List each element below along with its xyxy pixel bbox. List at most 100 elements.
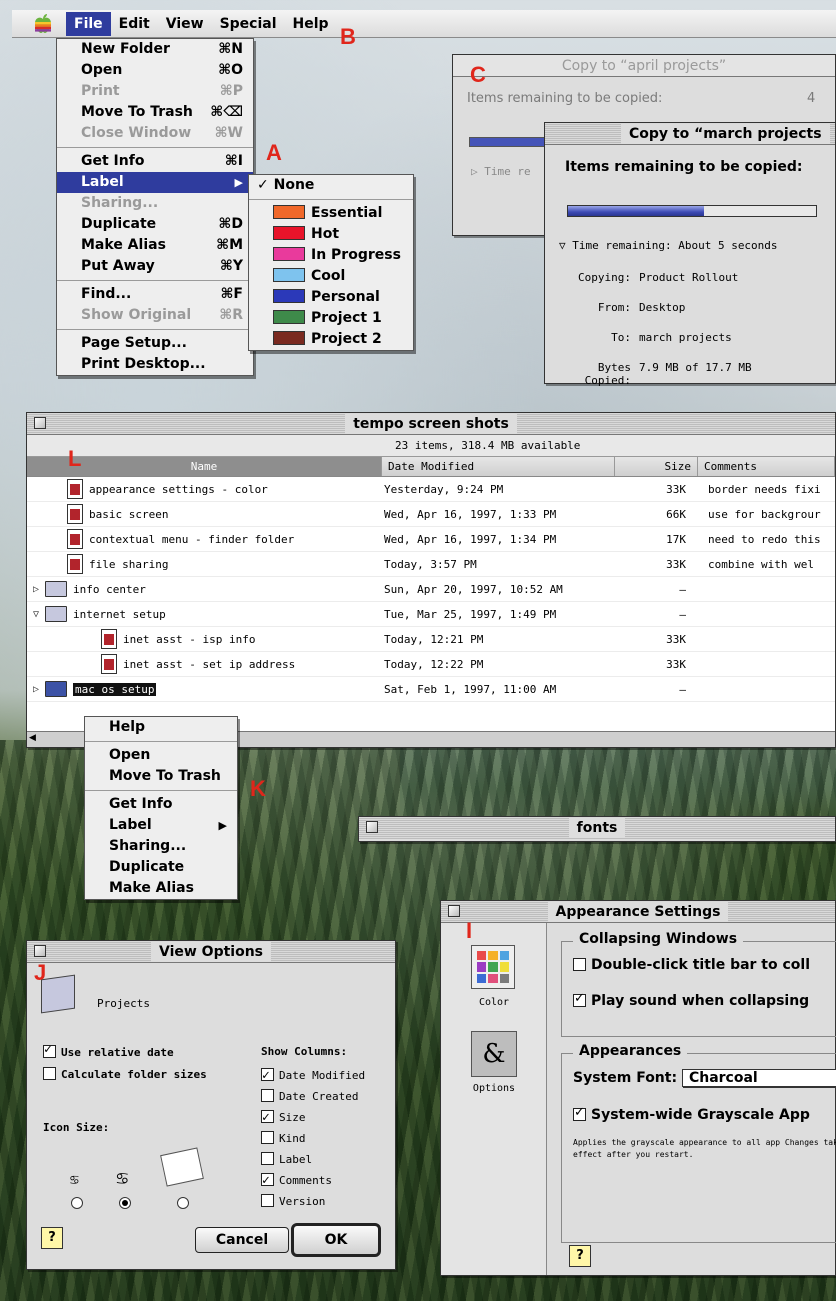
disclosure-triangle-icon[interactable]: ▷ <box>471 165 484 178</box>
title-bar[interactable]: Copy to “march projects <box>545 123 835 145</box>
column-checkbox-comments[interactable]: Comments <box>261 1170 365 1191</box>
column-checkbox-label[interactable]: Label <box>261 1149 365 1170</box>
context-item-move-to-trash[interactable]: Move To Trash <box>85 766 237 787</box>
table-row-selected[interactable]: ▷ mac os setup Sat, Feb 1, 1997, 11:00 AM – <box>27 677 835 702</box>
icon-size-medium-radio[interactable] <box>119 1197 131 1209</box>
column-checkbox-date-modified[interactable]: Date Modified <box>261 1065 365 1086</box>
label-item-personal[interactable]: Personal <box>249 287 413 308</box>
menu-item-close-window[interactable]: Close Window ⌘W <box>57 123 253 144</box>
table-row[interactable]: inet asst - set ip address Today, 12:22 P… <box>27 652 835 677</box>
icon-size-small-radio[interactable] <box>71 1197 83 1209</box>
menu-item-new-folder[interactable]: New Folder ⌘N <box>57 39 253 60</box>
title-bar[interactable]: Appearance Settings <box>441 901 835 923</box>
menu-item-print[interactable]: Print ⌘P <box>57 81 253 102</box>
column-checkbox-kind[interactable]: Kind <box>261 1128 365 1149</box>
table-row[interactable]: inet asst - isp info Today, 12:21 PM 33K <box>27 627 835 652</box>
menu-special[interactable]: Special <box>212 12 285 36</box>
grayscale-checkbox[interactable]: System-wide Grayscale App <box>573 1105 810 1123</box>
context-item-sharing[interactable]: Sharing... <box>85 836 237 857</box>
context-item-duplicate[interactable]: Duplicate <box>85 857 237 878</box>
menu-item-show-original[interactable]: Show Original ⌘R <box>57 305 253 326</box>
checkbox[interactable] <box>43 1067 56 1080</box>
title-bar[interactable]: Copy to “april projects” <box>453 55 835 77</box>
collapse-triangle-icon[interactable]: ▽ <box>27 609 45 620</box>
column-checkbox-date-created[interactable]: Date Created <box>261 1086 365 1107</box>
context-item-make-alias[interactable]: Make Alias <box>85 878 237 899</box>
label-item-cool[interactable]: Cool <box>249 266 413 287</box>
menu-edit[interactable]: Edit <box>111 12 158 36</box>
menu-view[interactable]: View <box>158 12 212 36</box>
table-row[interactable]: ▽ internet setup Tue, Mar 25, 1997, 1:49 P… <box>27 602 835 627</box>
menu-item-open[interactable]: Open ⌘O <box>57 60 253 81</box>
menu-item-label-submenu[interactable]: Label ▶ <box>57 172 253 193</box>
disclosure-triangle-icon[interactable]: ▽ <box>559 239 572 252</box>
label-item-none[interactable]: ✓ None <box>249 175 413 196</box>
table-row[interactable]: ▷ info center Sun, Apr 20, 1997, 10:52 AM – <box>27 577 835 602</box>
system-font-popup[interactable]: Charcoal <box>681 1069 836 1087</box>
menu-item-get-info[interactable]: Get Info ⌘I <box>57 151 253 172</box>
context-item-get-info[interactable]: Get Info <box>85 794 237 815</box>
context-item-help[interactable]: Help <box>85 717 237 738</box>
title-bar[interactable]: fonts <box>359 817 835 839</box>
table-row[interactable]: basic screen Wed, Apr 16, 1997, 1:33 PM 66… <box>27 502 835 527</box>
column-date[interactable]: Date Modified <box>382 457 615 476</box>
title-bar[interactable]: View Options <box>27 941 395 963</box>
label-item-project-1[interactable]: Project 1 <box>249 308 413 329</box>
checkbox[interactable] <box>261 1065 274 1086</box>
expand-triangle-icon[interactable]: ▷ <box>27 684 45 695</box>
context-item-open[interactable]: Open <box>85 745 237 766</box>
table-row[interactable]: contextual menu - finder folder Wed, Apr … <box>27 527 835 552</box>
context-item-label[interactable]: Label ▶ <box>85 815 237 836</box>
menu-item-page-setup[interactable]: Page Setup... <box>57 333 253 354</box>
checkbox[interactable] <box>261 1152 274 1165</box>
file-size: 17K <box>666 532 686 546</box>
checkbox[interactable] <box>261 1194 274 1207</box>
checkbox[interactable] <box>573 958 586 971</box>
label-item-in-progress[interactable]: In Progress <box>249 245 413 266</box>
use-relative-date-checkbox[interactable]: Use relative date <box>43 1042 174 1059</box>
close-box-icon[interactable] <box>34 945 46 957</box>
checkbox[interactable] <box>573 991 586 1007</box>
column-size[interactable]: Size <box>615 457 698 476</box>
title-bar[interactable]: tempo screen shots <box>27 413 835 435</box>
close-box-icon[interactable] <box>448 905 460 917</box>
scroll-left-icon[interactable]: ◀ <box>29 733 36 743</box>
label-item-essential[interactable]: Essential <box>249 203 413 224</box>
close-box-icon[interactable] <box>34 417 46 429</box>
checkbox[interactable] <box>43 1042 56 1058</box>
label-item-project-2[interactable]: Project 2 <box>249 329 413 350</box>
column-checkbox-version[interactable]: Version <box>261 1191 365 1212</box>
menu-file[interactable]: File <box>66 11 111 36</box>
checkbox[interactable] <box>261 1107 274 1128</box>
menu-item-move-to-trash[interactable]: Move To Trash ⌘⌫ <box>57 102 253 123</box>
menu-item-make-alias[interactable]: Make Alias ⌘M <box>57 235 253 256</box>
double-click-checkbox[interactable]: Double-click title bar to coll <box>573 957 810 973</box>
label-item-hot[interactable]: Hot <box>249 224 413 245</box>
column-checkbox-size[interactable]: Size <box>261 1107 365 1128</box>
calc-folder-sizes-checkbox[interactable]: Calculate folder sizes <box>43 1067 207 1081</box>
table-row[interactable]: file sharing Today, 3:57 PM 33K combine wit… <box>27 552 835 577</box>
apple-menu-icon[interactable] <box>32 13 56 35</box>
menu-item-find[interactable]: Find... ⌘F <box>57 284 253 305</box>
help-button[interactable]: ? <box>41 1227 63 1249</box>
checkbox[interactable] <box>261 1131 274 1144</box>
cancel-button[interactable]: Cancel <box>195 1227 289 1253</box>
help-button[interactable]: ? <box>569 1245 591 1267</box>
expand-triangle-icon[interactable]: ▷ <box>27 584 45 595</box>
checkbox[interactable] <box>261 1170 274 1191</box>
checkbox[interactable] <box>573 1105 586 1121</box>
checkbox[interactable] <box>261 1089 274 1102</box>
close-box-icon[interactable] <box>366 821 378 833</box>
menu-item-print-desktop[interactable]: Print Desktop... <box>57 354 253 375</box>
icon-size-large-radio[interactable] <box>177 1197 189 1209</box>
menu-item-put-away[interactable]: Put Away ⌘Y <box>57 256 253 277</box>
column-comments[interactable]: Comments <box>698 457 835 476</box>
menu-help[interactable]: Help <box>285 12 337 36</box>
menu-item-duplicate[interactable]: Duplicate ⌘D <box>57 214 253 235</box>
ok-button[interactable]: OK <box>291 1223 381 1257</box>
color-panel-icon[interactable] <box>471 945 515 989</box>
menu-item-sharing[interactable]: Sharing... <box>57 193 253 214</box>
options-panel-icon[interactable]: & <box>471 1031 517 1077</box>
table-row[interactable]: appearance settings - color Yesterday, 9:… <box>27 477 835 502</box>
play-sound-checkbox[interactable]: Play sound when collapsing <box>573 991 809 1009</box>
